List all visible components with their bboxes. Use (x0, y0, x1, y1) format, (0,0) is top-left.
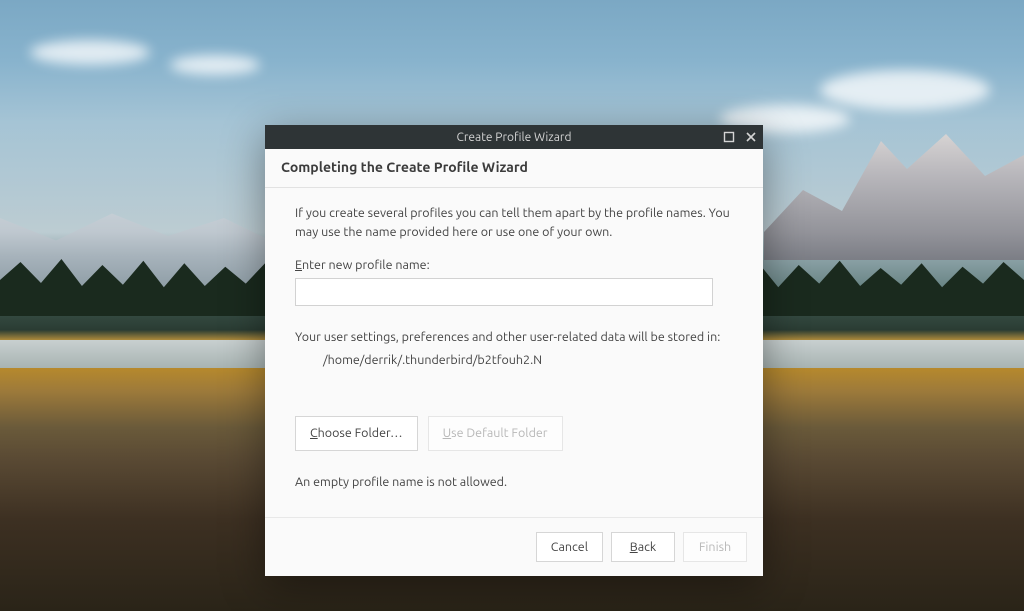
page-title: Completing the Create Profile Wizard (281, 159, 747, 175)
create-profile-wizard-dialog: Create Profile Wizard Completing the Cre… (265, 125, 763, 576)
desktop-background: Create Profile Wizard Completing the Cre… (0, 0, 1024, 611)
window-title: Create Profile Wizard (457, 131, 572, 144)
storage-intro: Your user settings, preferences and othe… (295, 328, 733, 347)
storage-path: /home/derrik/.thunderbird/b2tfouh2.N (295, 347, 733, 370)
profile-name-label: Enter new profile name: (295, 256, 733, 275)
back-button[interactable]: Back (611, 532, 675, 562)
close-icon[interactable] (745, 131, 757, 143)
maximize-icon[interactable] (723, 131, 735, 143)
use-default-folder-button: Use Default Folder (428, 416, 563, 451)
profile-name-input[interactable] (295, 278, 713, 306)
titlebar[interactable]: Create Profile Wizard (265, 125, 763, 149)
error-message: An empty profile name is not allowed. (295, 473, 733, 492)
choose-folder-button[interactable]: Choose Folder… (295, 416, 418, 451)
description-text: If you create several profiles you can t… (295, 204, 733, 242)
finish-button: Finish (683, 532, 747, 562)
cancel-button[interactable]: Cancel (536, 532, 603, 562)
